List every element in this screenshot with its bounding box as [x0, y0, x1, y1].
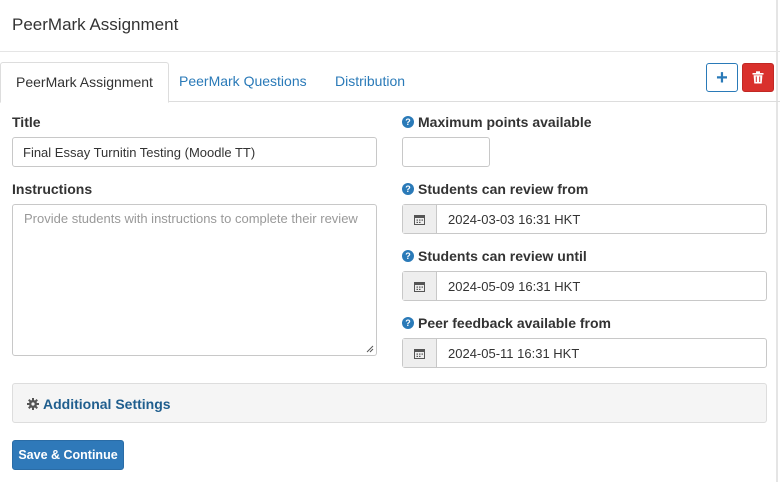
- calendar-button[interactable]: [403, 205, 437, 233]
- calendar-icon: [414, 214, 425, 225]
- instructions-textarea[interactable]: Provide students with instructions to co…: [12, 204, 377, 356]
- review-until-label: ? Students can review until: [402, 248, 587, 264]
- review-until-value[interactable]: 2024-05-09 16:31 HKT: [437, 272, 766, 300]
- help-icon[interactable]: ?: [402, 317, 414, 329]
- resize-grip-icon[interactable]: [366, 345, 374, 353]
- review-from-label-text: Students can review from: [418, 181, 589, 197]
- review-until-label-text: Students can review until: [418, 248, 587, 264]
- max-points-input[interactable]: [402, 137, 490, 167]
- page-title: PeerMark Assignment: [12, 15, 179, 34]
- title-input[interactable]: Final Essay Turnitin Testing (Moodle TT): [12, 137, 377, 167]
- save-continue-button[interactable]: Save & Continue: [12, 440, 124, 470]
- feedback-from-label-text: Peer feedback available from: [418, 315, 611, 331]
- add-button[interactable]: +: [706, 63, 738, 92]
- delete-button[interactable]: [742, 63, 774, 92]
- review-from-label: ? Students can review from: [402, 181, 588, 197]
- instructions-placeholder: Provide students with instructions to co…: [24, 211, 358, 226]
- additional-settings-toggle[interactable]: Additional Settings: [27, 396, 171, 412]
- additional-settings-panel: Additional Settings: [12, 383, 767, 423]
- feedback-from-value[interactable]: 2024-05-11 16:31 HKT: [437, 339, 766, 367]
- tab-peermark-questions[interactable]: PeerMark Questions: [164, 62, 322, 102]
- title-label: Title: [12, 114, 41, 130]
- review-from-date-field[interactable]: 2024-03-03 16:31 HKT: [402, 204, 767, 234]
- instructions-label: Instructions: [12, 181, 93, 197]
- tab-distribution[interactable]: Distribution: [320, 62, 420, 102]
- help-icon[interactable]: ?: [402, 250, 414, 262]
- max-points-label: ? Maximum points available: [402, 114, 592, 130]
- feedback-from-date-field[interactable]: 2024-05-11 16:31 HKT: [402, 338, 767, 368]
- modal-header: PeerMark Assignment: [0, 0, 780, 52]
- review-until-date-field[interactable]: 2024-05-09 16:31 HKT: [402, 271, 767, 301]
- max-points-label-text: Maximum points available: [418, 114, 592, 130]
- additional-settings-label: Additional Settings: [43, 396, 171, 412]
- calendar-icon: [414, 281, 425, 292]
- tab-bar: PeerMark Assignment PeerMark Questions D…: [0, 62, 780, 103]
- gear-icon: [27, 398, 39, 410]
- trash-icon: [752, 71, 764, 84]
- plus-icon: +: [716, 66, 728, 89]
- help-icon[interactable]: ?: [402, 116, 414, 128]
- calendar-icon: [414, 348, 425, 359]
- feedback-from-label: ? Peer feedback available from: [402, 315, 611, 331]
- tab-peermark-assignment[interactable]: PeerMark Assignment: [0, 62, 169, 103]
- calendar-button[interactable]: [403, 339, 437, 367]
- help-icon[interactable]: ?: [402, 183, 414, 195]
- review-from-value[interactable]: 2024-03-03 16:31 HKT: [437, 205, 766, 233]
- calendar-button[interactable]: [403, 272, 437, 300]
